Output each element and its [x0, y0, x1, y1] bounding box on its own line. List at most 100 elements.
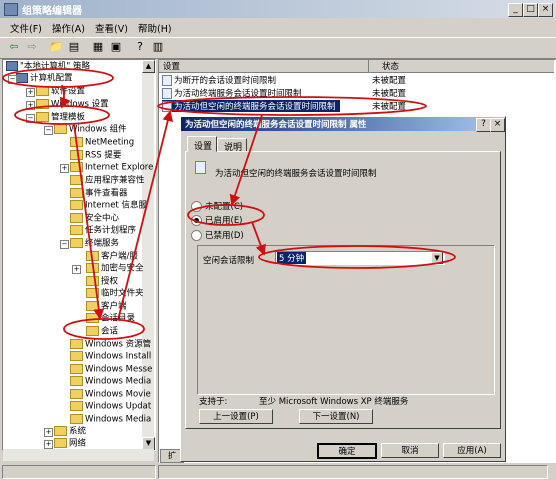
maximize-button[interactable]: □ [523, 3, 538, 17]
up-folder-icon[interactable]: 📁 [48, 39, 64, 55]
tree-item-sessions[interactable]: 会话 [86, 326, 118, 338]
tree-collapse-icon[interactable]: − [60, 240, 69, 249]
tree-item-software[interactable]: 软件设置 [36, 86, 85, 98]
window-titlebar: 组策略编辑器 _ □ × [0, 0, 556, 18]
tab-explain[interactable]: 说明 [217, 138, 247, 153]
folder-icon [86, 251, 99, 261]
tree-item-windows-settings[interactable]: Windows 设置 [36, 99, 109, 111]
tree-item-ie[interactable]: Internet Explore [70, 162, 153, 174]
app-icon [4, 3, 18, 16]
tree-item-iis[interactable]: Internet 信息服 [70, 200, 147, 212]
list-row-selected[interactable]: 为活动但空闲的终端服务会话设置时间限制 [162, 100, 340, 112]
setting-icon [162, 88, 172, 99]
tree-item-security-center[interactable]: 安全中心 [70, 213, 119, 225]
column-header-setting[interactable]: 设置 [163, 60, 180, 72]
dialog-close-button[interactable]: × [490, 118, 505, 132]
previous-setting-button[interactable]: 上一设置(P) [199, 409, 273, 424]
tree-item-terminal-services[interactable]: 终端服务 [70, 238, 119, 250]
back-icon[interactable]: ⇦ [6, 39, 22, 55]
tab-settings[interactable]: 设置 [187, 136, 217, 152]
menu-view[interactable]: 查看(V) [95, 21, 128, 35]
folder-icon [86, 263, 99, 273]
menu-help[interactable]: 帮助(H) [138, 21, 172, 35]
radio-enabled[interactable] [191, 215, 202, 226]
tree-hscrollbar[interactable] [3, 449, 154, 461]
tree-expand-icon[interactable]: + [26, 88, 35, 97]
apply-button[interactable]: 应用(A) [443, 443, 501, 458]
tree-item-client-server[interactable]: 客户端/服 [86, 251, 138, 263]
tree-expand-icon[interactable]: + [72, 265, 81, 274]
row-status: 未被配置 [372, 89, 407, 99]
tree-item-movie[interactable]: Windows Movie [70, 389, 151, 401]
tree-item-windows-components[interactable]: Windows 组件 [54, 124, 127, 136]
minimize-button[interactable]: _ [508, 3, 523, 17]
view-icon[interactable]: ▥ [150, 39, 166, 55]
radio-disabled-label[interactable]: 已禁用(D) [205, 229, 244, 241]
menu-action[interactable]: 操作(A) [52, 21, 85, 35]
close-button[interactable]: × [538, 3, 553, 17]
tree-item-admin-templates[interactable]: 管理模板 [36, 112, 85, 124]
folder-icon [54, 438, 67, 448]
dialog-help-button[interactable]: ? [476, 118, 491, 132]
tree-item-licensing[interactable]: 授权 [86, 276, 118, 288]
properties-icon[interactable]: ▦ [90, 39, 106, 55]
export-icon[interactable]: ▣ [108, 39, 124, 55]
folder-icon [70, 401, 83, 411]
tree-expand-icon[interactable]: + [60, 164, 69, 173]
help-icon[interactable]: ? [132, 39, 148, 55]
radio-not-configured[interactable] [191, 201, 202, 212]
tree-item-system[interactable]: 系统 [54, 426, 86, 438]
tree-item-update[interactable]: Windows Updat [70, 401, 151, 413]
menu-file[interactable]: 文件(F) [10, 21, 42, 35]
folder-icon [70, 150, 83, 160]
tree-item-encryption[interactable]: 加密与安全 [86, 263, 144, 275]
forward-icon[interactable]: ⇨ [24, 39, 40, 55]
column-divider[interactable] [368, 60, 369, 72]
row-status: 未被配置 [372, 76, 407, 86]
folder-icon [70, 376, 83, 386]
ok-button[interactable]: 确定 [317, 443, 377, 459]
tree-item-rss[interactable]: RSS 提要 [70, 150, 121, 162]
computer-icon [16, 73, 28, 83]
column-header-status[interactable]: 状态 [382, 60, 399, 72]
options-group [197, 245, 495, 395]
tree-item-temp-folders[interactable]: 临时文件夹 [86, 288, 144, 300]
list-row[interactable]: 为断开的会话设置时间限制 [162, 74, 276, 86]
cancel-button[interactable]: 取消 [381, 443, 439, 458]
tree-item-media-2[interactable]: Windows Media [70, 414, 151, 426]
next-setting-button[interactable]: 下一设置(N) [299, 409, 373, 424]
radio-not-configured-label[interactable]: 未配置(C) [205, 200, 243, 212]
tree-expand-icon[interactable]: + [44, 428, 53, 437]
tree-scroll-up[interactable]: ▲ [142, 60, 155, 73]
folder-icon [54, 124, 67, 134]
idle-limit-select[interactable]: 5 分钟 ▼ [275, 251, 445, 265]
tree-item-session-directory[interactable]: 会话目录 [86, 313, 135, 325]
radio-enabled-label[interactable]: 已启用(E) [205, 214, 243, 226]
setting-icon [162, 101, 172, 112]
radio-disabled[interactable] [191, 230, 202, 241]
tree-item-computer-config[interactable]: 计算机配置 [16, 73, 73, 85]
tree-item-netmeeting[interactable]: NetMeeting [70, 137, 134, 149]
tree-item-app-compat[interactable]: 应用程序兼容性 [70, 175, 145, 187]
folder-icon [70, 175, 83, 185]
tree-collapse-icon[interactable]: − [26, 114, 35, 123]
tree-item-installer[interactable]: Windows Install [70, 351, 151, 363]
tree-collapse-icon[interactable]: − [8, 75, 17, 84]
tree-root[interactable]: "本地计算机" 策略 [6, 61, 90, 73]
tree-item-explorer[interactable]: Windows 资源管 [70, 339, 151, 351]
tree-collapse-icon[interactable]: − [44, 126, 53, 135]
folder-icon [70, 200, 83, 210]
chevron-down-icon[interactable]: ▼ [431, 252, 443, 264]
show-tree-icon[interactable]: ▤ [66, 39, 82, 55]
tree-expand-icon[interactable]: + [44, 440, 53, 449]
tree-item-messenger[interactable]: Windows Messe [70, 364, 152, 376]
tree-item-media-1[interactable]: Windows Media [70, 376, 151, 388]
list-row[interactable]: 为活动终端服务会话设置时间限制 [162, 87, 302, 99]
tree-expand-icon[interactable]: + [26, 101, 35, 110]
tree-item-task-scheduler[interactable]: 任务计划程序 [70, 225, 136, 237]
tree-item-network[interactable]: 网络 [54, 438, 86, 450]
tree-item-event-viewer[interactable]: 事件查看器 [70, 188, 128, 200]
policy-name: 为活动但空闲的终端服务会话设置时间限制 [215, 169, 377, 179]
folder-icon [70, 137, 83, 147]
tree-item-client[interactable]: 客户端 [86, 301, 127, 313]
